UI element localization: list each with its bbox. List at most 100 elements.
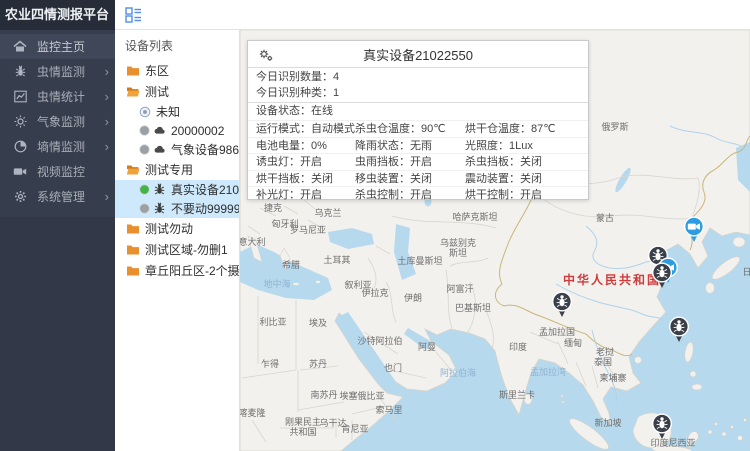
folder-icon [126,244,140,256]
popup-summary-row: 今日识别数量：4 [248,69,588,85]
popup-grid-row: 诱虫灯：开启虫雨挡板：开启杀虫挡板：关闭 [248,153,588,170]
folder-icon [126,65,140,77]
tree-node-label: 气象设备986 [171,141,239,158]
popup-grid-cell: 电池电量：0% [248,138,355,154]
tree-node-device[interactable]: 20000002 [115,121,239,140]
tree-node-label: 不要动99999999 [171,200,240,217]
popup-grid-row: 补光灯：开启杀虫控制：开启烘干控制：开启 [248,186,588,203]
chevron-right-icon: › [105,115,109,128]
insect-device-marker[interactable] [551,291,573,318]
folder-icon [126,265,140,277]
insect-device-marker[interactable] [651,413,673,440]
tree-node-label: 章丘阳丘区-2个摄像头 [145,262,240,279]
tree-toggle-icon[interactable] [125,6,142,23]
app-window: 农业四情测报平台 监控主页虫情监测›虫情统计›气象监测›墒情监测›视频监控系统管… [0,0,750,451]
tree-node-label: 真实设备21022550 [171,181,240,198]
tree-node-folder[interactable]: 章丘阳丘区-2个摄像头 [115,260,239,281]
sidebar: 农业四情测报平台 监控主页虫情监测›虫情统计›气象监测›墒情监测›视频监控系统管… [0,0,115,451]
main-area: 设备列表 东区测试未知20000002气象设备986测试专用真实设备210225… [115,0,750,451]
device-list-title: 设备列表 [115,30,239,60]
popup-summary: 今日识别数量：4今日识别种类：1 [248,68,588,103]
status-offline-icon [139,144,150,155]
device-tree: 东区测试未知 20000002 气象设备986 测试专用真实设备21022550 不要动… [115,60,239,281]
home-icon [13,40,27,54]
popup-grid-cell: 移虫装置：关闭 [355,171,465,187]
sidebar-item-系统管理[interactable]: 系统管理› [0,184,115,209]
tree-node-device[interactable]: 气象设备986 [115,140,239,159]
tree-node-folder[interactable]: 测试勿动 [115,218,239,239]
content-area: 设备列表 东区测试未知20000002气象设备986测试专用真实设备210225… [115,30,750,451]
tree-node-device[interactable]: 真实设备21022550 [115,180,239,199]
folder-open-icon [126,86,140,98]
sidebar-item-监控主页[interactable]: 监控主页 [0,34,115,59]
popup-grid-cell: 烘干挡板：关闭 [248,171,355,187]
tree-node-label: 测试勿动 [145,220,193,237]
sidebar-item-label: 虫情统计 [37,88,105,105]
app-title: 农业四情测报平台 [0,0,115,30]
sidebar-item-label: 视频监控 [37,163,109,180]
popup-grid-cell: 杀虫控制：开启 [355,187,465,203]
sidebar-item-label: 墒情监测 [37,138,105,155]
sidebar-item-label: 虫情监测 [37,63,105,80]
device-info-popup: 真实设备21022550 今日识别数量：4今日识别种类：1 设备状态：在线 运行… [247,40,589,200]
chevron-right-icon: › [105,190,109,203]
insect-device-marker[interactable] [651,262,673,289]
weather-icon [13,115,27,129]
camera-device-marker[interactable] [683,216,705,243]
station-icon [153,144,166,155]
video-icon [13,165,27,179]
tree-node-folder[interactable]: 测试区域-勿删1 [115,239,239,260]
popup-grid-cell: 烘干仓温度：87℃ [465,121,588,137]
popup-grid-cell: 运行模式：自动模式 [248,121,355,137]
popup-summary-row: 今日识别种类：1 [248,85,588,101]
popup-grid-cell: 烘干控制：开启 [465,187,588,203]
chevron-right-icon: › [105,90,109,103]
tree-node-label: 测试专用 [145,161,193,178]
tree-node-device[interactable]: 不要动99999999 [115,199,239,218]
tree-node-label: 测试 [145,83,169,100]
popup-grid-cell: 虫雨挡板：开启 [355,154,465,170]
sidebar-item-虫情统计[interactable]: 虫情统计› [0,84,115,109]
sidebar-item-气象监测[interactable]: 气象监测› [0,109,115,134]
tree-node-folder[interactable]: 测试 [115,81,239,102]
soil-icon [13,140,27,154]
sidebar-item-label: 监控主页 [37,38,109,55]
bug-icon [13,65,27,79]
popup-grid-cell: 光照度：1Lux [465,138,588,154]
device-status-line: 设备状态：在线 [248,103,588,120]
sidebar-item-视频监控[interactable]: 视频监控 [0,159,115,184]
chart-icon [13,90,27,104]
map-canvas[interactable]: 俄罗斯蒙古哈萨克斯坦捷克乌克兰匈牙利罗马尼亚意大利土耳其希腊乌兹别克 斯坦土库曼… [240,30,750,451]
status-offline-icon [139,125,150,136]
tree-node-folder[interactable]: 测试专用 [115,159,239,180]
top-toolbar [115,0,750,30]
popup-detail-grid: 运行模式：自动模式杀虫仓温度：90℃烘干仓温度：87℃电池电量：0%降雨状态：无… [248,120,588,203]
popup-grid-cell: 杀虫挡板：关闭 [465,154,588,170]
device-list-panel: 设备列表 东区测试未知 20000002 气象设备986 测试专用真实设备210225… [115,30,240,451]
tree-node-label: 20000002 [171,124,224,138]
popup-device-title: 真实设备21022550 [363,45,473,64]
settings-gears-icon[interactable] [258,47,274,63]
status-offline-icon [139,203,150,214]
tree-node-device[interactable]: 未知 [115,102,239,121]
sidebar-item-label: 系统管理 [37,188,105,205]
sidebar-item-虫情监测[interactable]: 虫情监测› [0,59,115,84]
popup-grid-row: 电池电量：0%降雨状态：无雨光照度：1Lux [248,137,588,154]
station-icon [153,125,166,136]
popup-grid-cell: 诱虫灯：开启 [248,154,355,170]
sidebar-menu: 监控主页虫情监测›虫情统计›气象监测›墒情监测›视频监控系统管理› [0,30,115,217]
insect-device-marker[interactable] [668,316,690,343]
tree-node-label: 未知 [156,103,180,120]
chevron-right-icon: › [105,140,109,153]
tree-node-folder[interactable]: 东区 [115,60,239,81]
popup-grid-cell: 降雨状态：无雨 [355,138,465,154]
bug-device-icon [153,183,166,196]
folder-open-icon [126,164,140,176]
popup-grid-row: 运行模式：自动模式杀虫仓温度：90℃烘干仓温度：87℃ [248,120,588,137]
tree-node-label: 测试区域-勿删1 [145,241,228,258]
sidebar-item-label: 气象监测 [37,113,105,130]
gear-icon [13,190,27,204]
sidebar-item-墒情监测[interactable]: 墒情监测› [0,134,115,159]
popup-header: 真实设备21022550 [248,41,588,68]
tree-node-label: 东区 [145,62,169,79]
